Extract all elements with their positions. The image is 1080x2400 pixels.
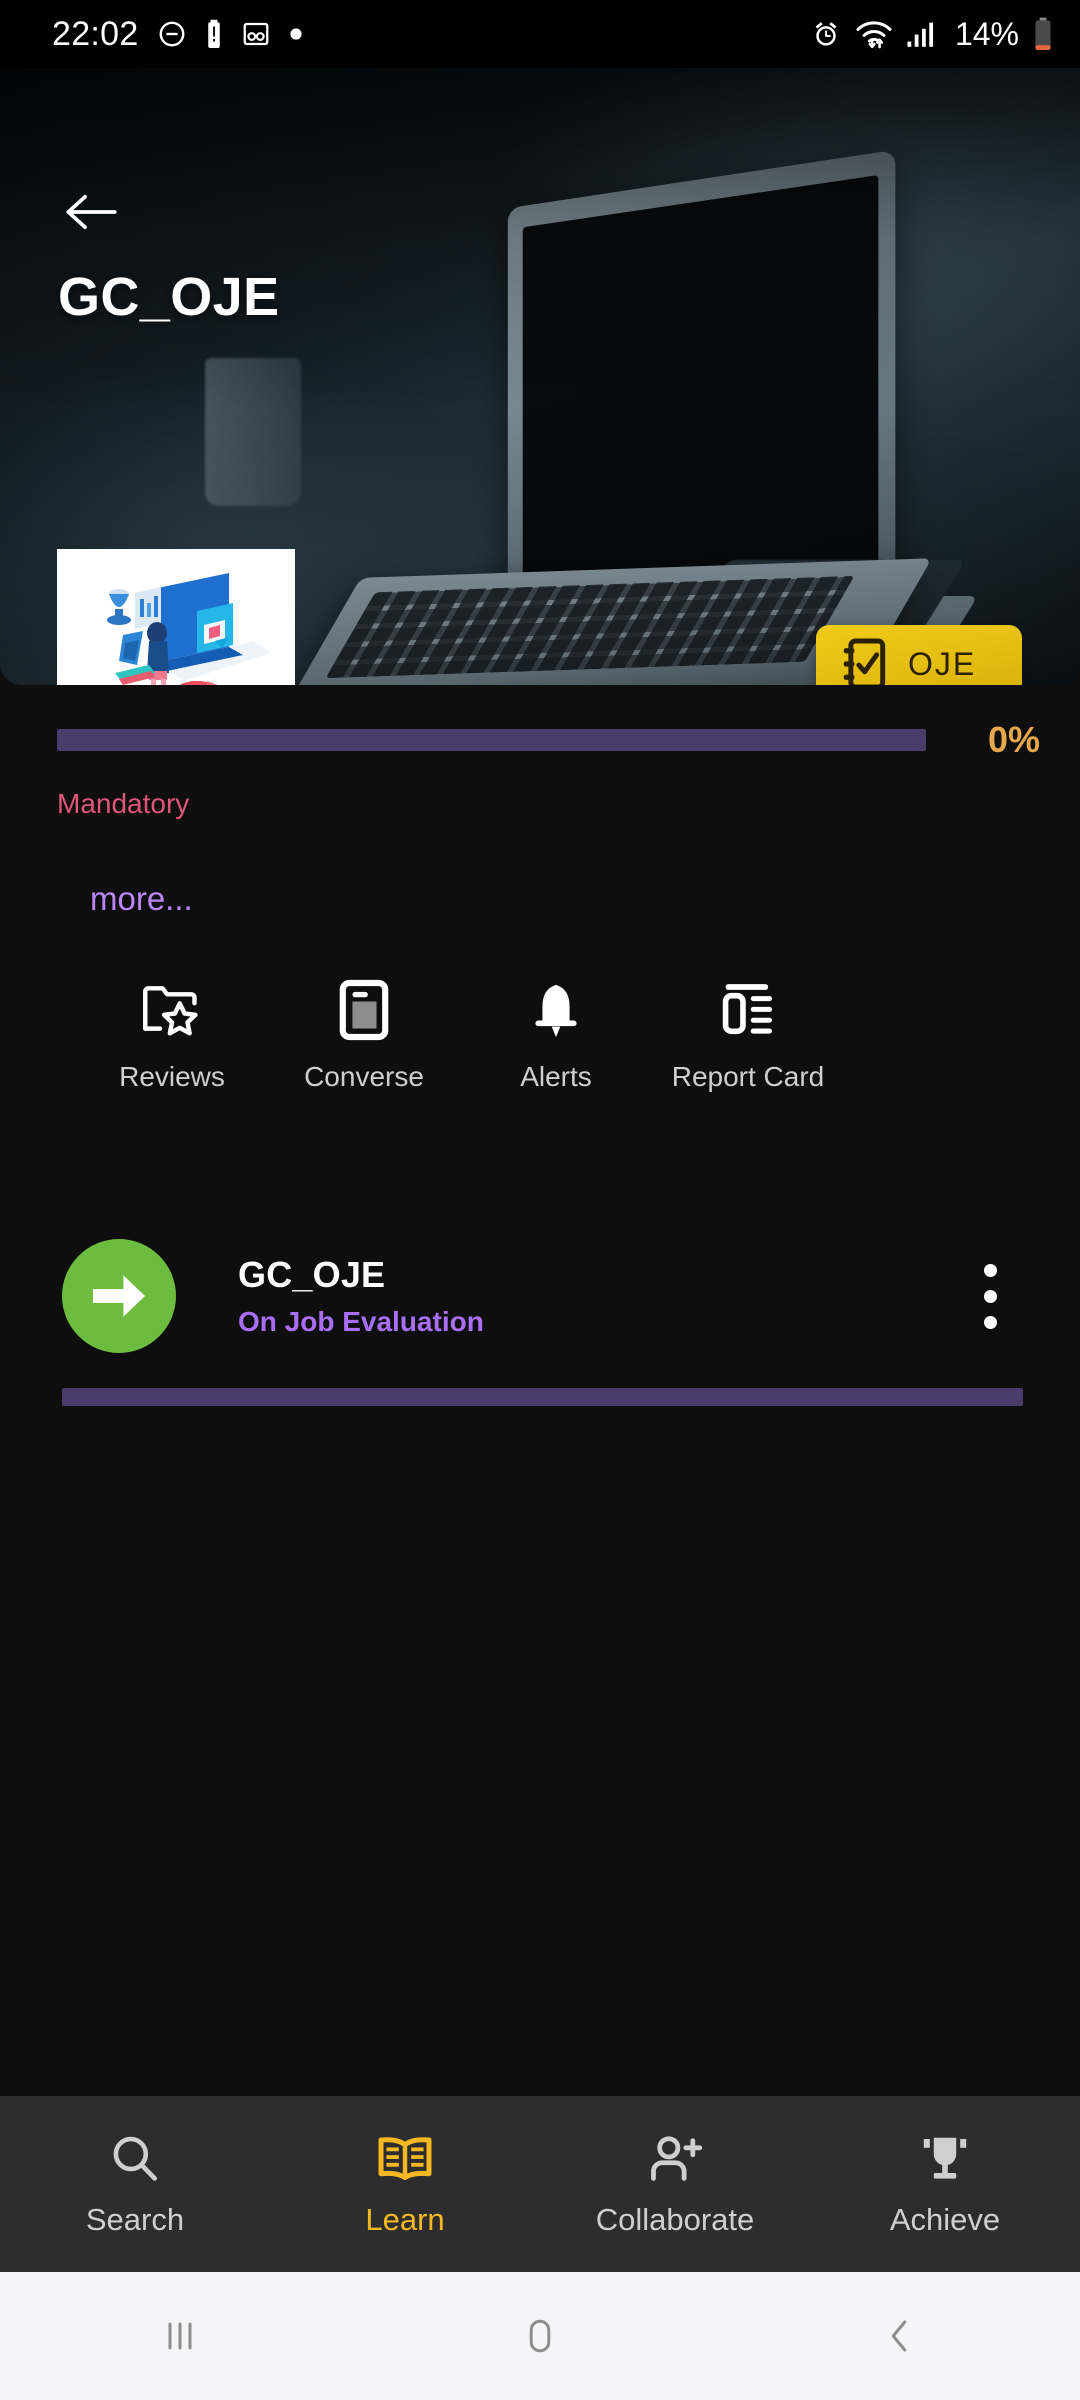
status-bar-right: 14%	[810, 16, 1054, 53]
search-icon	[108, 2130, 162, 2188]
lesson-status-indicator[interactable]	[62, 1239, 176, 1353]
signal-icon	[907, 22, 934, 47]
action-label: Report Card	[671, 1061, 825, 1092]
arrow-right-icon	[93, 1275, 145, 1317]
nav-label: Search	[85, 2202, 185, 2237]
action-label: Alerts	[520, 1061, 592, 1092]
kebab-menu-icon[interactable]	[962, 1248, 1018, 1344]
course-progress-row: 0%	[0, 718, 1080, 762]
wifi-icon	[856, 21, 892, 49]
checklist-check-icon	[843, 638, 886, 685]
nav-item-learn[interactable]: Learn	[270, 2096, 540, 2272]
back-button[interactable]	[720, 2272, 1080, 2400]
status-bar: 22:02 14%	[0, 0, 1080, 68]
back-chevron-icon	[891, 2320, 907, 2352]
action-report-card[interactable]: Report Card	[652, 975, 844, 1093]
page-title: GC_OJE	[58, 267, 280, 327]
course-hero-banner: GC_OJE OJE	[0, 68, 1080, 685]
kebab-dot	[983, 1289, 997, 1303]
action-converse[interactable]: Converse	[268, 975, 460, 1093]
oje-badge-label: OJE	[908, 645, 977, 682]
home-icon	[529, 2319, 551, 2353]
alarm-icon	[815, 22, 837, 46]
system-navigation-bar	[0, 2272, 1080, 2400]
nav-label: Achieve	[889, 2202, 1001, 2237]
person-add-icon	[646, 2130, 704, 2188]
report-card-icon	[719, 975, 777, 1045]
progress-bar	[57, 729, 926, 751]
nav-label: Learn	[365, 2202, 445, 2237]
more-link[interactable]: more...	[90, 880, 193, 918]
action-label: Converse	[304, 1061, 424, 1092]
action-reviews[interactable]: Reviews	[76, 975, 268, 1093]
lesson-list-item[interactable]: GC_OJE On Job Evaluation	[0, 1228, 1080, 1364]
action-alerts[interactable]: Alerts	[460, 975, 652, 1093]
lesson-text-block: GC_OJE On Job Evaluation	[238, 1254, 962, 1338]
action-label: Reviews	[119, 1061, 225, 1092]
progress-percent-label: 0%	[987, 719, 1040, 760]
app-screen: 22:02 14% GC_OJE OJE 0% Mandatory more..…	[0, 0, 1080, 2400]
recents-icon	[168, 2322, 192, 2350]
trophy-icon	[917, 2130, 973, 2188]
battery-low-icon	[1035, 17, 1051, 50]
kebab-dot	[983, 1315, 997, 1329]
nav-item-collaborate[interactable]: Collaborate	[540, 2096, 810, 2272]
lesson-divider	[62, 1388, 1023, 1406]
lesson-title: GC_OJE	[238, 1254, 386, 1295]
kebab-dot	[983, 1263, 997, 1277]
status-bar-clock: 22:02	[52, 14, 139, 53]
folder-star-icon	[141, 975, 203, 1045]
recents-button[interactable]	[0, 2272, 360, 2400]
home-button[interactable]	[360, 2272, 720, 2400]
nav-label: Collaborate	[595, 2202, 755, 2237]
bottom-navigation-bar: Search Learn Collaborate Achieve	[0, 2096, 1080, 2272]
voicemail-icon	[243, 22, 268, 46]
nav-item-achieve[interactable]: Achieve	[810, 2096, 1080, 2272]
course-actions-row: Reviews Converse Alerts Report Card	[76, 975, 866, 1093]
dot-icon	[289, 28, 302, 40]
course-thumbnail	[57, 549, 295, 685]
battery-percent-label: 14%	[954, 15, 1019, 52]
bell-icon	[527, 975, 585, 1045]
oje-badge[interactable]: OJE	[816, 625, 1022, 685]
mandatory-badge: Mandatory	[57, 788, 190, 819]
device-chat-icon	[337, 975, 391, 1045]
open-book-icon	[376, 2130, 434, 2188]
nav-item-search[interactable]: Search	[0, 2096, 270, 2272]
battery-alert-icon	[207, 19, 220, 48]
lesson-subtitle: On Job Evaluation	[238, 1306, 484, 1337]
status-bar-left: 22:02	[52, 15, 303, 54]
dnd-icon	[159, 21, 185, 47]
back-arrow-icon[interactable]	[62, 190, 120, 234]
